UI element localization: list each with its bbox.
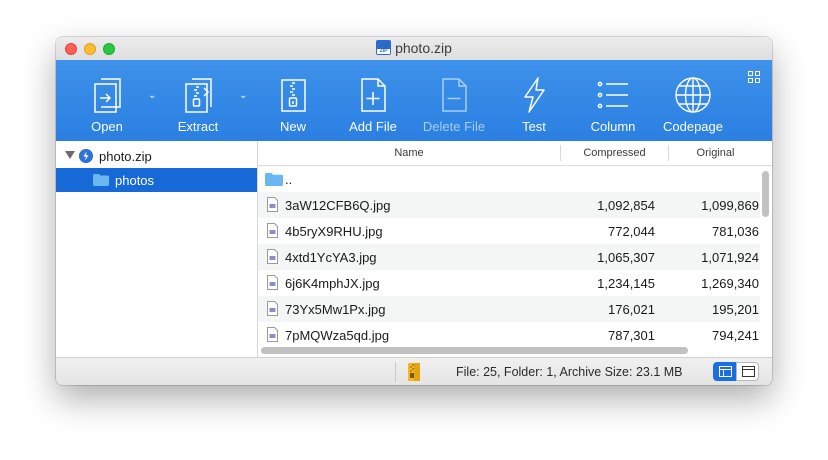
toolbar: Open ⌄ Extract ⌄ New Add File Delete Fil… <box>56 60 772 141</box>
column-label: Column <box>590 119 636 134</box>
delete-file-label: Delete File <box>422 119 486 134</box>
file-compressed-size: 787,301 <box>608 328 655 343</box>
horizontal-scrollbar[interactable] <box>261 347 688 354</box>
disclosure-triangle-icon[interactable] <box>65 151 75 159</box>
file-original-size: 781,036 <box>712 224 759 239</box>
open-icon <box>94 78 121 113</box>
file-name: 3aW12CFB6Q.jpg <box>285 198 391 213</box>
sidebar-item-label: photo.zip <box>99 149 152 164</box>
zip-archive-icon <box>79 149 93 163</box>
detail-view-icon <box>742 366 755 377</box>
codepage-button[interactable]: Codepage <box>657 60 729 141</box>
table-header: Name Compressed Original <box>258 141 772 166</box>
add-file-label: Add File <box>349 119 397 134</box>
image-file-icon <box>267 197 278 212</box>
toolbar-options-icon[interactable] <box>748 71 760 83</box>
file-original-size: 195,201 <box>712 302 759 317</box>
status-bar: File: 25, Folder: 1, Archive Size: 23.1 … <box>56 357 772 385</box>
test-icon <box>524 77 545 113</box>
extract-label: Extract <box>177 119 219 134</box>
image-file-icon <box>267 301 278 316</box>
file-name: 73Yx5Mw1Px.jpg <box>285 302 386 317</box>
detail-view-button[interactable] <box>736 362 759 381</box>
image-file-icon <box>267 327 278 342</box>
sidebar-item-archive[interactable]: photo.zip <box>56 144 257 168</box>
globe-icon <box>675 77 711 113</box>
extract-menu-chevron-icon[interactable]: ⌄ <box>239 90 247 101</box>
open-button[interactable]: Open <box>77 60 137 141</box>
table-row[interactable]: 4xtd1YcYA3.jpg 1,065,307 1,071,924 <box>258 244 760 270</box>
window-title: photo.zip <box>395 40 452 56</box>
list-view-button[interactable] <box>713 362 736 381</box>
table-row[interactable]: 6j6K4mphJX.jpg 1,234,145 1,269,340 <box>258 270 760 296</box>
list-view-icon <box>719 366 732 377</box>
file-original-size: 1,099,869 <box>701 198 759 213</box>
delete-file-button[interactable]: Delete File <box>414 60 494 141</box>
file-original-size: 1,071,924 <box>701 250 759 265</box>
file-original-size: 794,241 <box>712 328 759 343</box>
sidebar: photo.zip photos <box>56 141 258 357</box>
codepage-label: Codepage <box>663 119 723 134</box>
new-archive-icon <box>281 79 306 112</box>
vertical-scrollbar[interactable] <box>762 171 769 217</box>
delete-file-icon <box>442 78 467 112</box>
table-row[interactable]: 3aW12CFB6Q.jpg 1,092,854 1,099,869 <box>258 192 760 218</box>
column-header-compressed[interactable]: Compressed <box>561 147 668 159</box>
column-header-name[interactable]: Name <box>258 147 560 159</box>
file-name: 4b5ryX9RHU.jpg <box>285 224 383 239</box>
app-window: ZIP photo.zip Open ⌄ Extract ⌄ New Add F… <box>56 37 772 385</box>
sidebar-item-photos[interactable]: photos <box>56 168 257 192</box>
new-archive-button[interactable]: New <box>263 60 323 141</box>
file-name: 7pMQWza5qd.jpg <box>285 328 390 343</box>
file-name: 4xtd1YcYA3.jpg <box>285 250 377 265</box>
column-header-original[interactable]: Original <box>669 147 762 159</box>
file-compressed-size: 772,044 <box>608 224 655 239</box>
open-label: Open <box>91 119 123 134</box>
image-file-icon <box>267 223 278 238</box>
file-compressed-size: 1,065,307 <box>597 250 655 265</box>
file-original-size: 1,269,340 <box>701 276 759 291</box>
title-bar: ZIP photo.zip <box>56 37 772 61</box>
column-button[interactable]: Column <box>582 60 644 141</box>
status-divider <box>395 362 396 382</box>
file-compressed-size: 176,021 <box>608 302 655 317</box>
table-row[interactable]: 7pMQWza5qd.jpg 787,301 794,241 <box>258 322 760 348</box>
table-row[interactable]: 73Yx5Mw1Px.jpg 176,021 195,201 <box>258 296 760 322</box>
zip-file-icon: ZIP <box>376 40 392 55</box>
add-file-icon <box>361 78 386 112</box>
new-label: New <box>279 119 306 134</box>
column-icon <box>597 81 628 109</box>
sidebar-item-label: photos <box>115 173 155 188</box>
file-name: .. <box>285 172 293 187</box>
file-compressed-size: 1,234,145 <box>597 276 655 291</box>
open-menu-chevron-icon[interactable]: ⌄ <box>148 90 156 101</box>
folder-icon <box>265 173 283 186</box>
image-file-icon <box>267 249 278 264</box>
file-list: Name Compressed Original .. 3aW12CFB6Q.j… <box>258 141 772 357</box>
archive-summary: File: 25, Folder: 1, Archive Size: 23.1 … <box>456 365 683 379</box>
file-name: 6j6K4mphJX.jpg <box>285 276 380 291</box>
test-label: Test <box>522 119 546 134</box>
file-compressed-size: 1,092,854 <box>597 198 655 213</box>
image-file-icon <box>267 275 278 290</box>
extract-button[interactable]: Extract <box>168 60 228 141</box>
test-button[interactable]: Test <box>504 60 564 141</box>
parent-folder-row[interactable]: .. <box>258 166 760 192</box>
window-title-area: ZIP photo.zip <box>56 40 772 56</box>
add-file-button[interactable]: Add File <box>339 60 407 141</box>
table-row[interactable]: 4b5ryX9RHU.jpg 772,044 781,036 <box>258 218 760 244</box>
archive-icon <box>408 363 420 381</box>
folder-icon <box>93 174 109 186</box>
extract-icon <box>185 78 212 113</box>
